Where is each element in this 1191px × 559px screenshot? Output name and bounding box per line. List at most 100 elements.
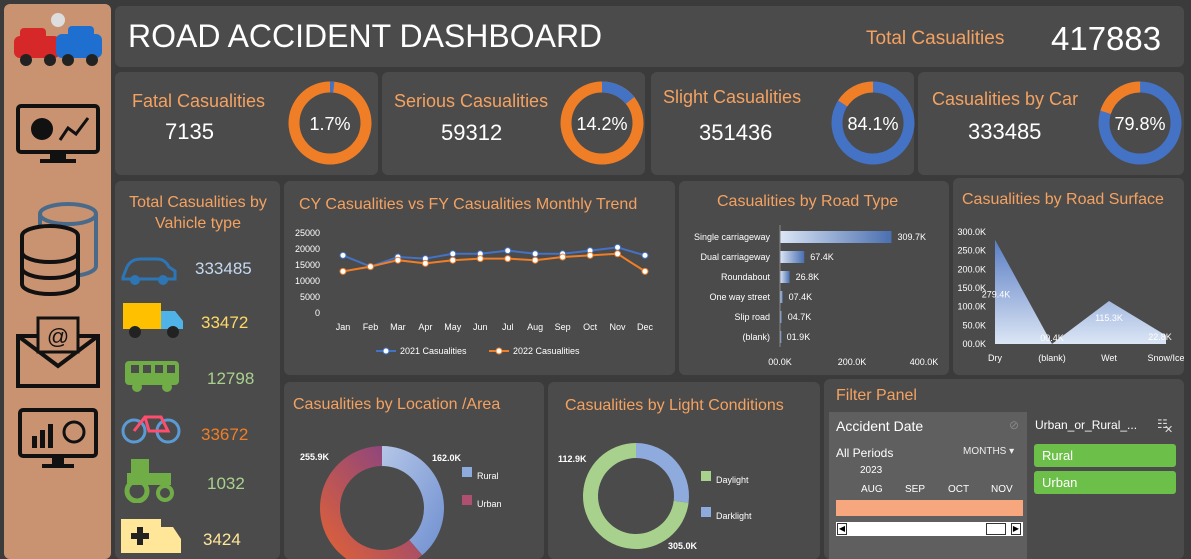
mail-icon[interactable]: @ bbox=[16, 316, 100, 388]
all-periods-label: All Periods bbox=[836, 446, 894, 460]
road-type-xtick: 400.0K bbox=[910, 357, 939, 367]
slicer-item-rural[interactable]: Rural bbox=[1034, 444, 1176, 467]
road-surface-label: 279.4K bbox=[982, 290, 1011, 300]
trend-xtick: Mar bbox=[390, 322, 406, 332]
trend-xtick: Aug bbox=[527, 322, 543, 332]
kpi-ring-serious: 14.2% bbox=[560, 81, 644, 165]
trend-series-line bbox=[342, 246, 646, 268]
clear-filter-x-icon[interactable]: ✕ bbox=[1164, 423, 1173, 436]
trend-ytick: 25000 bbox=[295, 228, 320, 238]
trend-ytick: 0 bbox=[315, 308, 320, 318]
light-label-daylight: 305.0K bbox=[668, 541, 698, 551]
road-type-bar bbox=[780, 251, 805, 263]
slicer-item-rural-label: Rural bbox=[1042, 448, 1074, 463]
urban-rural-slicer-title: Urban_or_Rural_... bbox=[1035, 418, 1138, 432]
road-type-category: Slip road bbox=[734, 312, 770, 322]
trend-point bbox=[586, 251, 594, 259]
timeline-scrollbar[interactable]: ◀ ▶ bbox=[836, 522, 1023, 536]
monitor-chart-icon[interactable] bbox=[16, 104, 100, 164]
timeline-selection-bar[interactable] bbox=[836, 500, 1023, 516]
road-type-category: One way street bbox=[709, 292, 770, 302]
kpi-card-fatal: Fatal Casualities 7135 1.7% bbox=[115, 72, 378, 175]
dashboard-title: ROAD ACCIDENT DASHBOARD bbox=[128, 18, 603, 54]
kpi-value-slight: 351436 bbox=[699, 120, 773, 145]
trend-xtick: Jul bbox=[502, 322, 514, 332]
road-surface-xtick: Wet bbox=[1101, 353, 1117, 363]
light-legend-swatch bbox=[701, 471, 711, 481]
road-type-chart: Single carriageway 309.7K Dual carriageway… bbox=[694, 225, 939, 367]
scroll-right-icon[interactable]: ▶ bbox=[1011, 523, 1021, 535]
trend-xtick: Nov bbox=[610, 322, 627, 332]
location-legend-urban: Urban bbox=[477, 499, 502, 509]
light-label-darklight: 112.9K bbox=[558, 454, 587, 464]
vehicle-value-bicycle: 33672 bbox=[201, 425, 249, 444]
trend-point bbox=[421, 259, 429, 267]
bicycle-icon bbox=[121, 415, 181, 444]
trend-ytick: 5000 bbox=[300, 292, 320, 302]
scroll-left-icon[interactable]: ◀ bbox=[837, 523, 847, 535]
trend-point bbox=[339, 267, 347, 275]
ambulance-icon bbox=[121, 519, 181, 553]
slicer-item-urban-label: Urban bbox=[1042, 475, 1078, 490]
timeline-month-nov[interactable]: NOV bbox=[991, 484, 1013, 495]
road-type-xtick: 200.0K bbox=[838, 357, 867, 367]
location-legend-rural: Rural bbox=[477, 471, 499, 481]
trend-legend-marker bbox=[382, 347, 390, 355]
light-legend-daylight: Daylight bbox=[716, 475, 749, 485]
trend-point bbox=[366, 263, 374, 271]
vehicle-value-truck: 33472 bbox=[201, 313, 249, 332]
trend-point bbox=[394, 256, 402, 264]
total-casualities-value: 417883 bbox=[1051, 20, 1162, 57]
road-type-category: Single carriageway bbox=[694, 232, 771, 242]
clear-filter-icon[interactable]: ⊘ bbox=[1009, 418, 1019, 432]
road-surface-ytick: 50.0K bbox=[962, 320, 986, 330]
scroll-thumb[interactable] bbox=[986, 523, 1006, 535]
kpi-pct-fatal: 1.7% bbox=[309, 114, 350, 134]
analytics-board-icon[interactable] bbox=[18, 408, 98, 472]
tractor-icon bbox=[124, 459, 174, 503]
road-surface-area bbox=[995, 239, 1166, 344]
kpi-pct-car: 79.8% bbox=[1114, 114, 1165, 134]
trend-point bbox=[559, 253, 567, 261]
road-surface-ytick: 250.0K bbox=[957, 246, 986, 256]
sidebar: @ bbox=[4, 4, 111, 559]
trend-point bbox=[531, 250, 539, 258]
light-panel: Casualities by Light Conditions 112.9K 30… bbox=[548, 382, 820, 559]
road-surface-label: 115.3K bbox=[1095, 313, 1123, 323]
crash-logo-icon bbox=[14, 13, 102, 66]
trend-legend-marker bbox=[495, 347, 503, 355]
kpi-pct-slight: 84.1% bbox=[847, 114, 898, 134]
road-type-category: Dual carriageway bbox=[700, 252, 770, 262]
road-surface-label: 00.4K bbox=[1040, 333, 1064, 343]
timeline-slicer[interactable]: Accident Date ⊘ All Periods MONTHS ▾ 202… bbox=[829, 412, 1027, 559]
vehicle-value-ambulance: 3424 bbox=[203, 530, 241, 549]
kpi-ring-fatal: 1.7% bbox=[288, 81, 372, 165]
road-surface-ytick: 200.0K bbox=[957, 264, 986, 274]
timeline-month-oct[interactable]: OCT bbox=[948, 484, 969, 495]
road-surface-xtick: (blank) bbox=[1038, 353, 1066, 363]
header-bar: ROAD ACCIDENT DASHBOARD Total Casualitie… bbox=[115, 6, 1184, 67]
database-icon[interactable] bbox=[20, 200, 100, 296]
trend-point bbox=[641, 251, 649, 259]
months-dropdown[interactable]: MONTHS ▾ bbox=[963, 446, 1014, 457]
kpi-ring-car: 79.8% bbox=[1098, 81, 1182, 165]
timeline-month-sep[interactable]: SEP bbox=[905, 484, 925, 495]
car-icon bbox=[121, 257, 177, 285]
trend-point bbox=[339, 251, 347, 259]
road-surface-xtick: Dry bbox=[988, 353, 1002, 363]
kpi-ring-slight: 84.1% bbox=[831, 81, 915, 165]
bus-icon bbox=[125, 361, 179, 392]
trend-legend-label: 2021 Casualities bbox=[400, 346, 467, 356]
road-surface-ytick: 100.0K bbox=[957, 302, 986, 312]
trend-point bbox=[641, 267, 649, 275]
road-surface-label: 22.8K bbox=[1148, 332, 1172, 342]
kpi-title-car: Casualities by Car bbox=[932, 89, 1079, 109]
kpi-title-serious: Serious Casualities bbox=[394, 91, 549, 111]
road-type-label: 26.8K bbox=[796, 272, 820, 282]
road-surface-chart: 300.0K250.0K200.0K150.0K100.0K50.0K00.0K… bbox=[957, 227, 1184, 363]
road-type-label: 04.7K bbox=[788, 312, 812, 322]
road-type-label: 01.9K bbox=[787, 332, 811, 342]
timeline-month-aug[interactable]: AUG bbox=[861, 484, 883, 495]
slicer-item-urban[interactable]: Urban bbox=[1034, 471, 1176, 494]
road-type-label: 309.7K bbox=[897, 232, 926, 242]
